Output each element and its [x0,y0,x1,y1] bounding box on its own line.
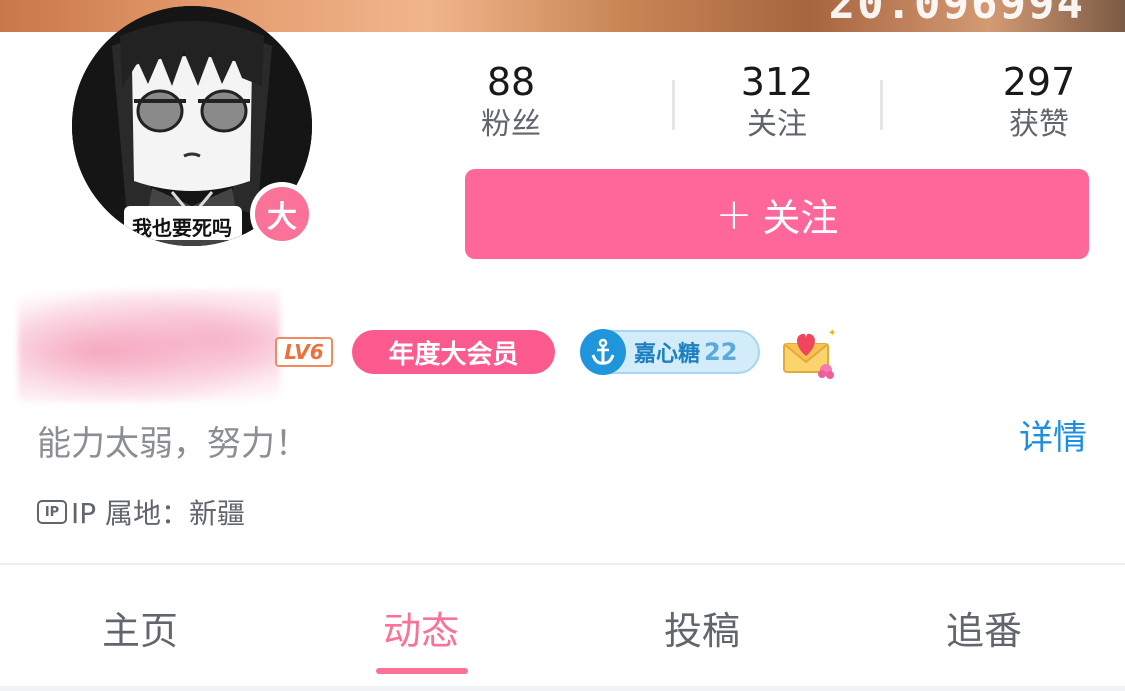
followers-count: 88 [486,60,536,104]
user-bio: 能力太弱，努力！ [37,424,309,464]
fan-medal-level: 22 [704,338,738,366]
anchor-icon [580,329,626,375]
ip-location-text: IP 属地：新疆 [71,497,246,530]
tab-uploads[interactable]: 投稿 [602,600,802,655]
user-level-badge: LV6 [275,337,333,367]
stat-followers[interactable]: 88 粉丝 [431,58,591,144]
svg-text:✦: ✦ [828,328,836,339]
stat-following[interactable]: 312 关注 [697,58,857,144]
avatar-caption: 我也要死吗 [132,216,232,240]
banner-overlay-text: 20.096994 [828,0,1085,29]
likes-label: 获赞 [1009,107,1069,142]
follow-button-label: 关注 [762,195,839,240]
likes-count: 297 [1002,60,1076,104]
stat-likes[interactable]: 297 获赞 [959,58,1119,144]
profile-page: 20.096994 我也要死吗 大 88 粉丝 312 关注 297 获赞 + … [0,0,1125,691]
ip-icon: IP [37,500,67,524]
following-label: 关注 [747,107,807,142]
fan-medal-name: 嘉心糖 [634,342,701,367]
fan-medal-badge[interactable]: 嘉心糖 22 [580,329,760,375]
tab-bangumi[interactable]: 追番 [884,600,1084,655]
following-count: 312 [740,60,814,104]
ip-location: IP IP 属地：新疆 [37,492,245,532]
plus-icon: + [715,188,753,240]
bottom-divider [0,686,1125,691]
vip-badge[interactable]: 年度大会员 [352,330,555,374]
active-tab-indicator [376,668,468,674]
username-redacted [18,290,280,402]
followers-label: 粉丝 [481,107,541,142]
tab-dynamic[interactable]: 动态 [321,600,521,655]
section-divider [0,563,1125,565]
follow-button[interactable]: + 关注 [465,169,1089,259]
tab-home[interactable]: 主页 [40,600,240,655]
avatar-level-badge: 大 [250,182,314,246]
stat-divider [880,80,883,130]
stat-divider [672,80,675,130]
details-link[interactable]: 详情 [1019,410,1087,459]
love-letter-icon[interactable]: ✦ [778,324,836,380]
